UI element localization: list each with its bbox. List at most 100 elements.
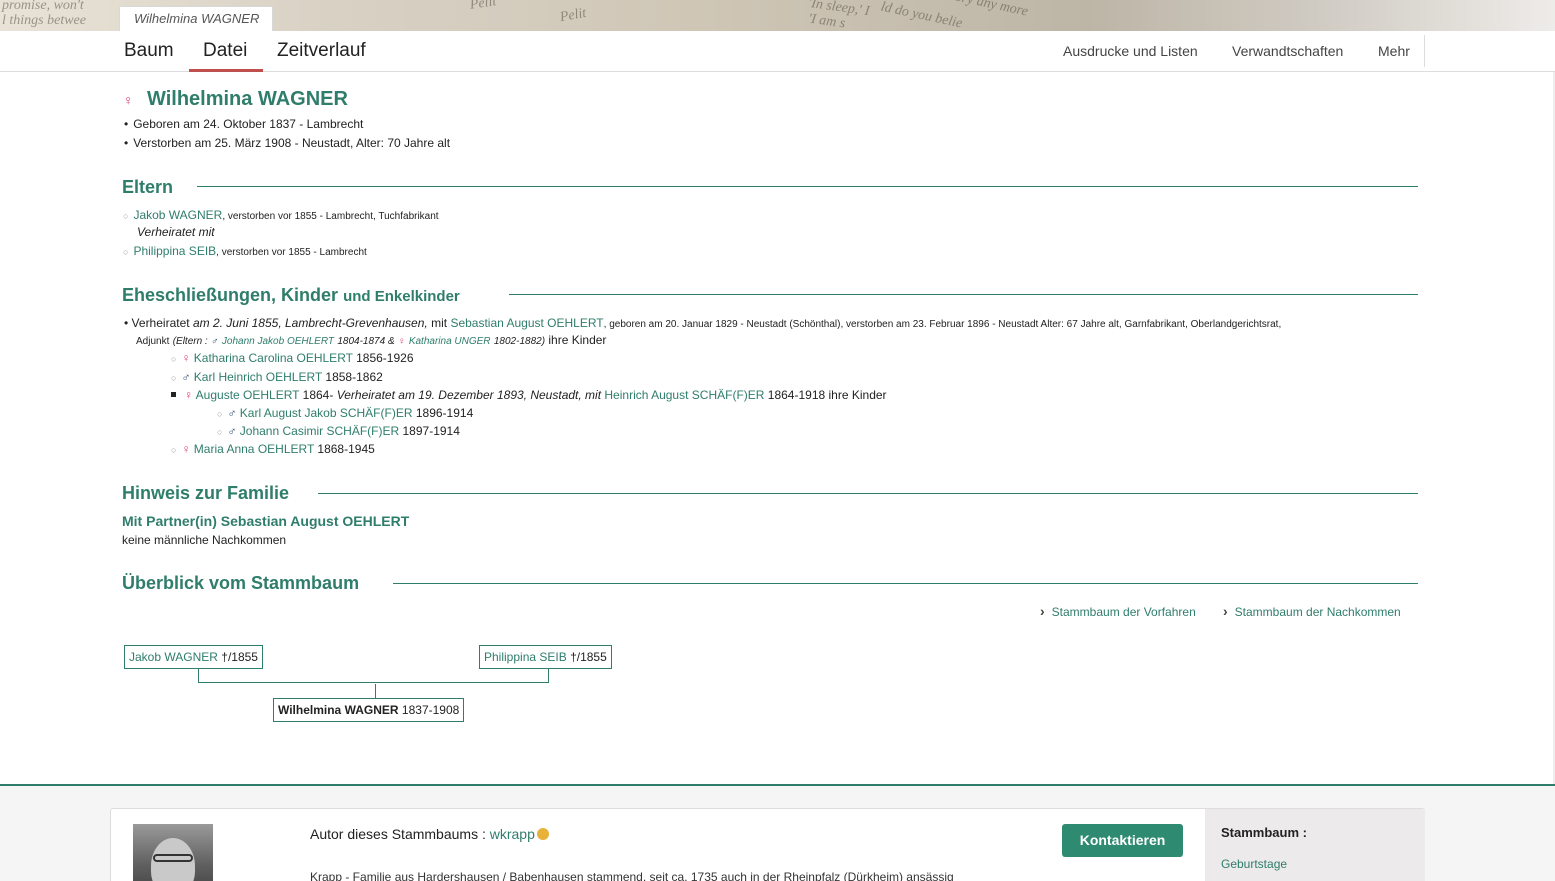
spouse-parents-row: Adjunkt (Eltern : ♂ Johann Jakob OEHLERT… xyxy=(136,333,606,347)
father-link[interactable]: Jakob WAGNER xyxy=(133,208,222,222)
sidebar-box: Stammbaum : Geburtstage xyxy=(1205,809,1425,881)
birthdays-link[interactable]: Geburtstage xyxy=(1221,857,1287,871)
female-icon: ♀ xyxy=(123,92,134,108)
spouse-father-years: 1804-1874 & xyxy=(337,336,395,347)
contact-button[interactable]: Kontaktieren xyxy=(1062,824,1183,857)
female-icon: ♀ xyxy=(181,351,191,365)
tree-description: Krapp - Familie aus Hardershausen / Babe… xyxy=(310,870,954,881)
death-fact: Verstorben am 25. März 1908 - Neustadt, … xyxy=(124,136,450,150)
ancestors-tree-link[interactable]: Stammbaum der Vorfahren xyxy=(1040,603,1196,619)
parent-mother-row: ○ Philippina SEIB, verstorben vor 1855 - … xyxy=(123,244,367,258)
spouse-mother-link[interactable]: Katharina UNGER xyxy=(409,336,491,347)
spouse-father-link[interactable]: Johann Jakob OEHLERT xyxy=(222,336,334,347)
child-years: 1864- xyxy=(302,388,334,402)
tree-box-father[interactable]: Jakob WAGNER †/1855 xyxy=(124,645,263,669)
tree-box-self: Wilhelmina WAGNER 1837-1908 xyxy=(273,698,465,722)
mother-link[interactable]: Philippina SEIB xyxy=(133,244,216,258)
tree-father-years: †/1855 xyxy=(221,650,258,664)
nav-link-ausdrucke[interactable]: Ausdrucke und Listen xyxy=(1063,43,1198,59)
male-icon: ♂ xyxy=(211,336,219,347)
child-years: 1868-1945 xyxy=(317,442,375,456)
tab-datei[interactable]: Datei xyxy=(188,40,264,72)
tree-connector xyxy=(198,682,549,683)
author-link[interactable]: wkrapp xyxy=(490,826,535,842)
married-date-place: am 2. Juni 1855, Lambrecht-Grevenhausen, xyxy=(192,316,428,330)
female-icon: ♀ xyxy=(184,388,193,402)
grandchild-link[interactable]: Johann Casimir SCHÄF(F)ER xyxy=(240,424,399,438)
birth-fact: Geboren am 24. Oktober 1837 - Lambrecht xyxy=(124,117,363,131)
spouse-detail-adjunkt: Adjunkt xyxy=(136,336,170,347)
child-link[interactable]: Auguste OEHLERT xyxy=(196,388,300,402)
footer: Autor dieses Stammbaums : wkrapp Kontakt… xyxy=(0,784,1555,881)
author-label: Autor dieses Stammbaums : xyxy=(310,826,486,842)
child-row: ○ ♀ Maria Anna OEHLERT 1868-1945 xyxy=(171,442,375,456)
note-text: keine männliche Nachkommen xyxy=(122,533,287,547)
section-divider xyxy=(509,294,1418,295)
spouse-link[interactable]: Sebastian August OEHLERT xyxy=(450,316,603,330)
tree-connector xyxy=(198,669,199,683)
child-link[interactable]: Karl Heinrich OEHLERT xyxy=(194,370,322,384)
male-icon: ♂ xyxy=(227,424,237,438)
banner-scribble: Pelit xyxy=(558,5,588,26)
tree-self-years: 1837-1908 xyxy=(401,703,460,717)
child-row: ○ ♀ Katharina Carolina OEHLERT 1856-1926 xyxy=(171,351,414,365)
married-prefix: Verheiratet xyxy=(131,316,190,330)
nav-link-verwandtschaften[interactable]: Verwandtschaften xyxy=(1232,43,1343,59)
child-years: 1856-1926 xyxy=(356,351,414,365)
male-icon: ♂ xyxy=(181,370,191,384)
tree-box-mother[interactable]: Philippina SEIB †/1855 xyxy=(479,645,612,669)
eltern-label: (Eltern : xyxy=(172,336,208,347)
spouse-mother-years: 1802-1882) xyxy=(493,336,546,347)
section-divider xyxy=(197,186,1418,187)
parent-father-row: ○ Jakob WAGNER, verstorben vor 1855 - Lam… xyxy=(123,208,439,222)
descendants-tree-link[interactable]: Stammbaum der Nachkommen xyxy=(1223,603,1401,619)
page-title-tab: Wilhelmina WAGNER xyxy=(119,6,273,32)
married-with-label: Verheiratet mit xyxy=(137,225,215,239)
child-row: ♀ Auguste OEHLERT 1864- Verheiratet am 1… xyxy=(171,388,887,402)
section-title-parents: Eltern xyxy=(122,177,174,197)
author-line: Autor dieses Stammbaums : wkrapp xyxy=(310,826,549,842)
father-detail: , verstorben vor 1855 - Lambrecht, Tuchf… xyxy=(222,211,439,222)
main-nav: Baum Datei Zeitverlauf Ausdrucke und Lis… xyxy=(0,31,1555,72)
sidebar-title: Stammbaum : xyxy=(1221,825,1307,840)
male-icon: ♂ xyxy=(227,406,237,420)
author-card: Autor dieses Stammbaums : wkrapp Kontakt… xyxy=(110,808,1425,881)
marriage-row: • Verheiratet am 2. Juni 1855, Lambrecht… xyxy=(124,316,1282,330)
child-link[interactable]: Katharina Carolina OEHLERT xyxy=(194,351,353,365)
banner-scribble: l things betwee xyxy=(2,13,86,28)
nav-link-mehr[interactable]: Mehr xyxy=(1378,43,1410,59)
tree-mother-link[interactable]: Philippina SEIB xyxy=(484,650,567,664)
tree-connector xyxy=(548,669,549,683)
female-icon: ♀ xyxy=(397,336,406,347)
grandchild-link[interactable]: Karl August Jakob SCHÄF(F)ER xyxy=(240,406,413,420)
grandchild-row: ○ ♂ Johann Casimir SCHÄF(F)ER 1897-1914 xyxy=(217,424,460,438)
premium-badge-icon xyxy=(536,828,549,840)
auguste-children-label: ihre Kinder xyxy=(828,388,887,402)
tree-connector xyxy=(375,684,376,698)
tree-father-link[interactable]: Jakob WAGNER xyxy=(129,650,218,664)
child-row: ○ ♂ Karl Heinrich OEHLERT 1858-1862 xyxy=(171,370,383,384)
spouse-detail: , geboren am 20. Januar 1829 - Neustadt … xyxy=(603,319,1282,330)
auguste-spouse-link[interactable]: Heinrich August SCHÄF(F)ER xyxy=(604,388,764,402)
marriages-title-main: Eheschließungen, Kinder xyxy=(122,285,339,305)
married-mit: mit xyxy=(431,316,448,330)
tab-zeitverlauf[interactable]: Zeitverlauf xyxy=(277,40,366,62)
section-divider xyxy=(393,583,1418,584)
section-title-marriages: Eheschließungen, Kinder und Enkelkinder xyxy=(122,285,460,306)
section-title-overview: Überblick vom Stammbaum xyxy=(122,573,360,593)
children-label: ihre Kinder xyxy=(548,333,607,347)
tab-baum[interactable]: Baum xyxy=(124,40,174,62)
grandchild-years: 1897-1914 xyxy=(402,424,460,438)
child-link[interactable]: Maria Anna OEHLERT xyxy=(194,442,314,456)
grandchild-row: ○ ♂ Karl August Jakob SCHÄF(F)ER 1896-191… xyxy=(217,406,474,420)
section-title-note: Hinweis zur Familie xyxy=(122,483,290,503)
female-icon: ♀ xyxy=(181,442,191,456)
tree-self-name: Wilhelmina WAGNER xyxy=(278,703,399,717)
mother-detail: , verstorben vor 1855 - Lambrecht xyxy=(216,247,367,258)
banner-scribble: promise, won't xyxy=(2,0,84,13)
tree-mother-years: †/1855 xyxy=(570,650,607,664)
note-partner: Mit Partner(in) Sebastian August OEHLERT xyxy=(122,513,410,529)
banner-scribble: Pelit xyxy=(469,0,498,13)
section-divider xyxy=(318,493,1418,494)
grandchild-years: 1896-1914 xyxy=(415,406,474,420)
